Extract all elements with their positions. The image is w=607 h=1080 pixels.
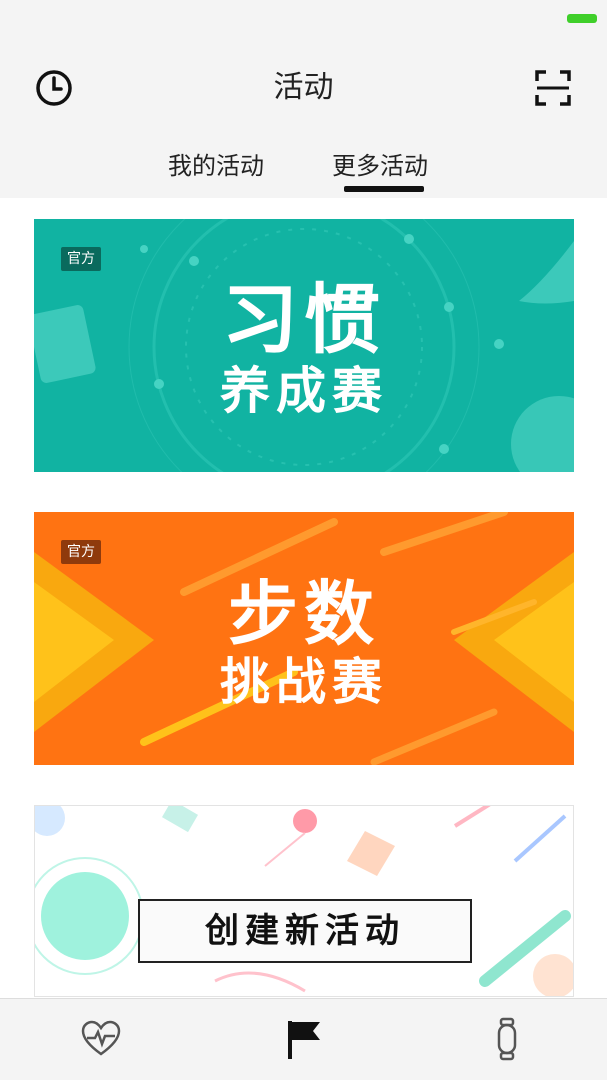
active-tab-indicator: [344, 186, 424, 192]
steps-subtitle: 挑战赛: [220, 653, 388, 711]
tab-more-activities[interactable]: 更多活动: [332, 144, 428, 188]
steps-challenge-card[interactable]: 官方 步数 挑战赛: [34, 512, 574, 765]
header: 活动 我的活动 更多活动: [0, 44, 607, 198]
habit-subtitle: 养成赛: [220, 362, 388, 420]
band-icon[interactable]: [485, 1017, 529, 1061]
habit-challenge-card[interactable]: 官方 习惯 养成赛: [34, 219, 574, 472]
tab-my-activities[interactable]: 我的活动: [168, 144, 264, 188]
heart-pulse-icon[interactable]: [79, 1017, 123, 1061]
create-activity-button[interactable]: 创建新活动: [138, 899, 472, 963]
scan-icon[interactable]: [531, 66, 575, 110]
tab-bar: 我的活动 更多活动: [0, 144, 607, 194]
habit-title: 习惯: [222, 275, 386, 364]
battery-icon: [567, 14, 597, 23]
official-badge: 官方: [61, 540, 101, 564]
create-activity-card[interactable]: 创建新活动: [34, 805, 574, 997]
status-bar: [0, 0, 607, 44]
official-badge: 官方: [61, 247, 101, 271]
flag-icon[interactable]: [282, 1017, 326, 1061]
page-title: 活动: [273, 70, 334, 105]
bottom-navigation: [0, 998, 607, 1080]
steps-title: 步数: [228, 573, 380, 655]
